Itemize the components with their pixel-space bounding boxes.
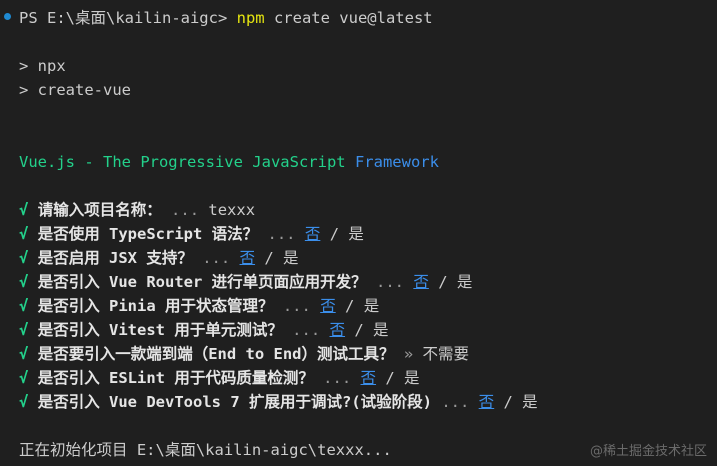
- prompt-path: PS E:\桌面\kailin-aigc>: [19, 9, 237, 27]
- selected-option: 否: [320, 297, 336, 315]
- checkmark-icon: √: [19, 225, 29, 243]
- question-text: 是否引入 ESLint 用于代码质量检测？: [37, 369, 314, 387]
- checkmark-icon: √: [19, 249, 29, 267]
- answer-row: √ 是否要引入一款端到端（End to End）测试工具？ » 不需要: [19, 342, 717, 366]
- checkmark-icon: √: [19, 393, 29, 411]
- selected-option: 否: [329, 321, 346, 339]
- answer-value: 不需要: [422, 345, 470, 363]
- npx-line: > npx: [19, 57, 66, 75]
- question-text: 是否引入 Vitest 用于单元测试？: [37, 321, 283, 339]
- prompt-npm: npm: [236, 9, 265, 27]
- command-status-dot-icon[interactable]: [4, 13, 11, 20]
- selected-option: 否: [478, 393, 495, 411]
- checkmark-icon: √: [19, 369, 29, 387]
- answer-value: texxx: [208, 201, 256, 219]
- selected-option: 否: [413, 273, 429, 291]
- alternative-option: / 是: [255, 249, 299, 267]
- alternative-option: / 是: [320, 225, 364, 243]
- selected-option: 否: [239, 249, 256, 267]
- separator: ...: [161, 201, 209, 219]
- answer-row: √ 是否引入 Vue Router 进行单页面应用开发？ ... 否 / 是: [19, 270, 717, 294]
- banner-text: Vue.js - The Progressive JavaScript: [19, 153, 355, 171]
- question-text: 是否引入 Pinia 用于状态管理？: [37, 297, 274, 315]
- question-text: 请输入项目名称：: [37, 201, 162, 219]
- question-text: 是否引入 Vue Router 进行单页面应用开发？: [37, 273, 367, 291]
- prompt-command: create vue@latest: [264, 9, 433, 27]
- separator: ...: [432, 393, 479, 411]
- answer-row: √ 是否引入 ESLint 用于代码质量检测？ ... 否 / 是: [19, 366, 717, 390]
- selected-option: 否: [304, 225, 321, 243]
- alternative-option: / 是: [376, 369, 420, 387]
- checkmark-icon: √: [19, 273, 29, 291]
- separator: »: [394, 345, 423, 363]
- answer-row: √ 是否引入 Vue DevTools 7 扩展用于调试?(试验阶段) ... …: [19, 390, 717, 414]
- selected-option: 否: [360, 369, 377, 387]
- question-text: 是否引入 Vue DevTools 7 扩展用于调试?(试验阶段): [37, 393, 432, 411]
- create-vue-line: > create-vue: [19, 81, 131, 99]
- checkmark-icon: √: [19, 321, 29, 339]
- terminal-output[interactable]: PS E:\桌面\kailin-aigc> npm create vue@lat…: [0, 0, 717, 466]
- prompt-line: PS E:\桌面\kailin-aigc> npm create vue@lat…: [19, 6, 717, 30]
- answer-row: √ 请输入项目名称： ... texxx: [19, 198, 717, 222]
- answer-list: √ 请输入项目名称： ... texxx √ 是否使用 TypeScript 语法…: [19, 198, 717, 414]
- vue-banner: Vue.js - The Progressive JavaScript Fram…: [19, 150, 717, 174]
- answer-row: √ 是否启用 JSX 支持？ ... 否 / 是: [19, 246, 717, 270]
- alternative-option: / 是: [335, 297, 380, 315]
- question-text: 是否启用 JSX 支持？: [37, 249, 193, 267]
- separator: ...: [273, 297, 321, 315]
- question-text: 是否使用 TypeScript 语法？: [37, 225, 259, 243]
- alternative-option: / 是: [494, 393, 538, 411]
- separator: ...: [258, 225, 305, 243]
- checkmark-icon: √: [19, 345, 29, 363]
- answer-row: √ 是否使用 TypeScript 语法？ ... 否 / 是: [19, 222, 717, 246]
- checkmark-icon: √: [19, 201, 29, 219]
- separator: ...: [192, 249, 240, 267]
- watermark: @稀土掘金技术社区: [589, 444, 707, 459]
- alternative-option: / 是: [345, 321, 389, 339]
- answer-row: √ 是否引入 Pinia 用于状态管理？ ... 否 / 是: [19, 294, 717, 318]
- checkmark-icon: √: [19, 297, 29, 315]
- banner-framework: Framework: [354, 153, 439, 171]
- question-text: 是否要引入一款端到端（End to End）测试工具？: [37, 345, 395, 363]
- separator: ...: [313, 369, 361, 387]
- answer-row: √ 是否引入 Vitest 用于单元测试？ ... 否 / 是: [19, 318, 717, 342]
- alternative-option: / 是: [428, 273, 473, 291]
- separator: ...: [282, 321, 330, 339]
- separator: ...: [366, 273, 414, 291]
